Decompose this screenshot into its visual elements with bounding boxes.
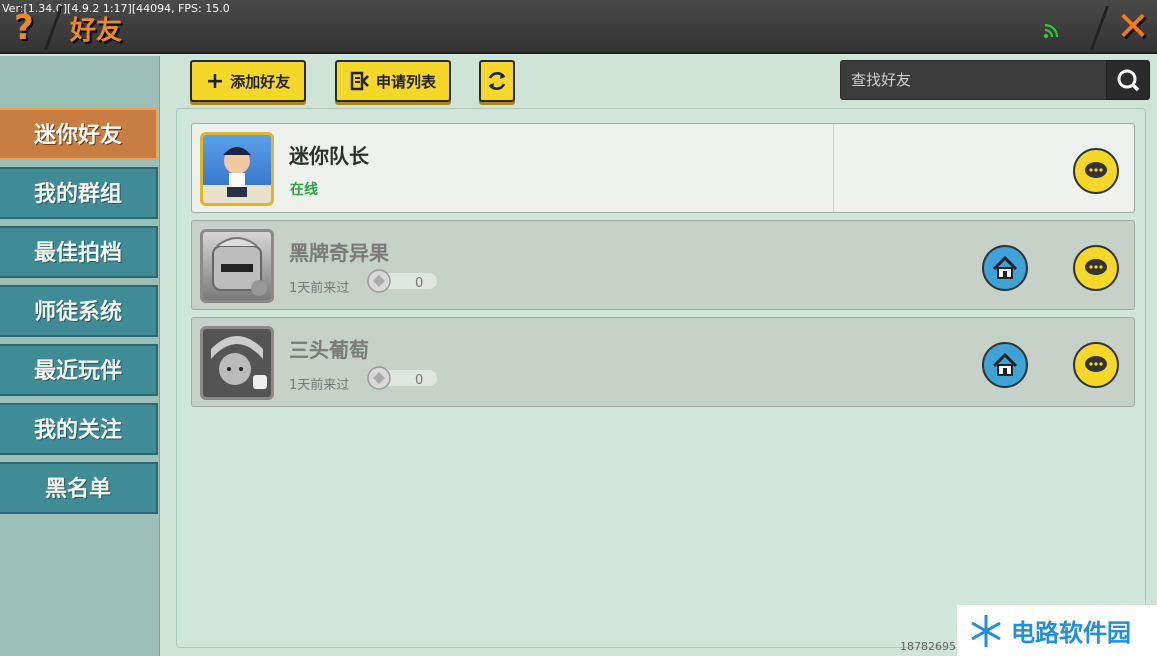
watermark-text: 电路软件园 — [1011, 619, 1131, 647]
signal-icon — [1043, 23, 1059, 39]
search-button[interactable] — [1106, 60, 1150, 100]
chat-button[interactable] — [1073, 148, 1119, 194]
friend-name: 迷你队长 — [289, 144, 369, 168]
sidebar: 迷你好友 我的群组 最佳拍档 师徒系统 最近玩伴 我的关注 黑名单 — [0, 56, 160, 656]
gift-count: 0 — [415, 276, 424, 291]
friend-name: 黑牌奇异果 — [289, 241, 389, 265]
gift-count: 0 — [415, 373, 424, 388]
search-friend-input[interactable]: 查找好友 — [840, 60, 1110, 100]
top-bar: Ver:[1.34.0][4.9.2 1:17][44094, FPS: 15.… — [0, 0, 1157, 54]
add-friend-label: 添加好友 — [230, 72, 291, 91]
add-friend-button[interactable]: + 添加好友 — [190, 60, 306, 102]
avatar-image — [203, 329, 271, 397]
avatar-image — [212, 237, 267, 296]
avatar[interactable] — [200, 229, 274, 303]
friend-row[interactable]: 迷你队长 在线 — [191, 123, 1135, 213]
watermark: 电路软件园 — [957, 605, 1157, 656]
friend-row[interactable]: 三头葡萄 1天前来过 0 — [191, 317, 1135, 407]
request-list-button[interactable]: 申请列表 — [335, 60, 451, 102]
visit-home-button[interactable] — [982, 342, 1028, 388]
avatar-image — [203, 147, 271, 203]
chat-button[interactable] — [1073, 342, 1119, 388]
sidebar-item-blacklist[interactable]: 黑名单 — [0, 462, 158, 514]
avatar[interactable] — [200, 326, 274, 400]
online-status: 在线 — [290, 182, 318, 198]
refresh-icon — [488, 72, 506, 90]
refresh-button[interactable] — [479, 60, 515, 102]
help-icon[interactable]: ? — [14, 8, 34, 48]
last-seen-text: 1天前来过 — [289, 378, 350, 393]
close-icon[interactable]: ✕ — [1114, 7, 1152, 47]
request-list-label: 申请列表 — [375, 72, 436, 91]
sidebar-item-recent-players[interactable]: 最近玩伴 — [0, 344, 158, 396]
home-icon — [992, 352, 1018, 376]
page-title: 好友 — [70, 16, 123, 46]
chat-icon — [1085, 162, 1107, 178]
sidebar-item-my-groups[interactable]: 我的群组 — [0, 167, 158, 219]
friend-name: 三头葡萄 — [289, 338, 369, 362]
chat-icon — [1085, 259, 1107, 275]
sidebar-item-mini-friends[interactable]: 迷你好友 — [0, 108, 158, 160]
user-id: 18782695 — [900, 640, 956, 653]
gift-counter — [367, 366, 437, 390]
chat-button[interactable] — [1073, 245, 1119, 291]
home-icon — [992, 255, 1018, 279]
sidebar-item-best-partner[interactable]: 最佳拍档 — [0, 226, 158, 278]
row-divider — [833, 124, 834, 212]
last-seen-text: 1天前来过 — [289, 281, 350, 296]
visit-home-button[interactable] — [982, 245, 1028, 291]
gift-counter — [367, 269, 437, 293]
snowflake-logo-icon — [971, 614, 1001, 647]
avatar[interactable] — [200, 132, 274, 206]
sidebar-item-following[interactable]: 我的关注 — [0, 403, 158, 455]
close-divider — [1089, 6, 1110, 50]
request-list-icon — [350, 71, 369, 91]
plus-icon: + — [205, 68, 225, 94]
sidebar-item-mentor-system[interactable]: 师徒系统 — [0, 285, 158, 337]
friend-row[interactable]: 黑牌奇异果 1天前来过 0 — [191, 220, 1135, 310]
chat-icon — [1085, 356, 1107, 372]
search-icon — [1117, 69, 1140, 92]
